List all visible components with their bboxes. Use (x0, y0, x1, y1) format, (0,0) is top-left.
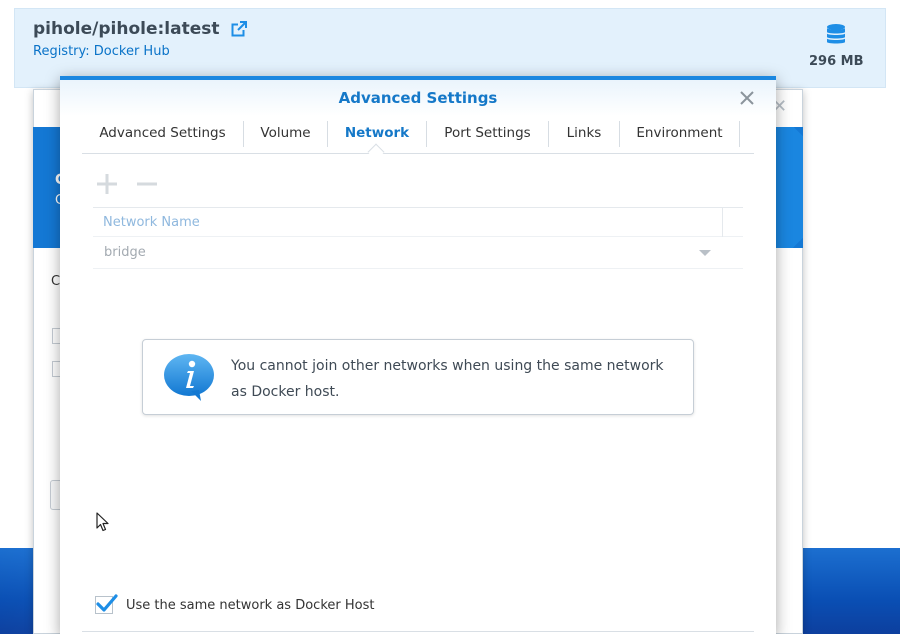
plus-icon[interactable] (95, 172, 119, 196)
advanced-settings-dialog: Advanced Settings Advanced Settings Volu… (60, 76, 776, 634)
checkmark-icon (96, 594, 118, 612)
database-icon (827, 24, 845, 44)
tab-advanced-settings[interactable]: Advanced Settings (82, 117, 243, 153)
tab-links[interactable]: Links (549, 117, 619, 153)
tab-volume[interactable]: Volume (244, 117, 327, 153)
info-message-box: You cannot join other networks when usin… (142, 339, 694, 415)
info-message-text: You cannot join other networks when usin… (231, 358, 664, 400)
dialog-divider (82, 631, 754, 632)
same-network-label: Use the same network as Docker Host (126, 598, 375, 613)
info-icon (164, 354, 214, 401)
network-select-value: bridge (104, 245, 146, 260)
dialog-title: Advanced Settings (338, 89, 498, 107)
mouse-cursor-icon (96, 512, 109, 532)
column-divider (722, 208, 723, 237)
tab-environment[interactable]: Environment (620, 117, 739, 153)
same-network-checkbox[interactable] (95, 594, 118, 614)
chevron-down-icon[interactable] (699, 250, 711, 256)
tab-port-settings[interactable]: Port Settings (427, 117, 548, 153)
tab-bar: Advanced Settings Volume Network Port Se… (82, 117, 754, 161)
image-size: 296 MB (809, 54, 864, 69)
close-icon[interactable] (738, 89, 756, 107)
network-table-header: Network Name (93, 207, 743, 237)
tab-divider (739, 121, 740, 147)
image-name: pihole/pihole:latest (33, 19, 220, 39)
image-registry: Registry: Docker Hub (33, 44, 170, 59)
table-row[interactable]: bridge (93, 237, 743, 269)
external-link-icon[interactable] (231, 21, 247, 37)
dialog-header: Advanced Settings (60, 80, 776, 116)
column-header-network-name[interactable]: Network Name (103, 215, 200, 230)
minus-icon[interactable] (135, 172, 159, 196)
wizard-label-fragment: C (51, 274, 61, 289)
